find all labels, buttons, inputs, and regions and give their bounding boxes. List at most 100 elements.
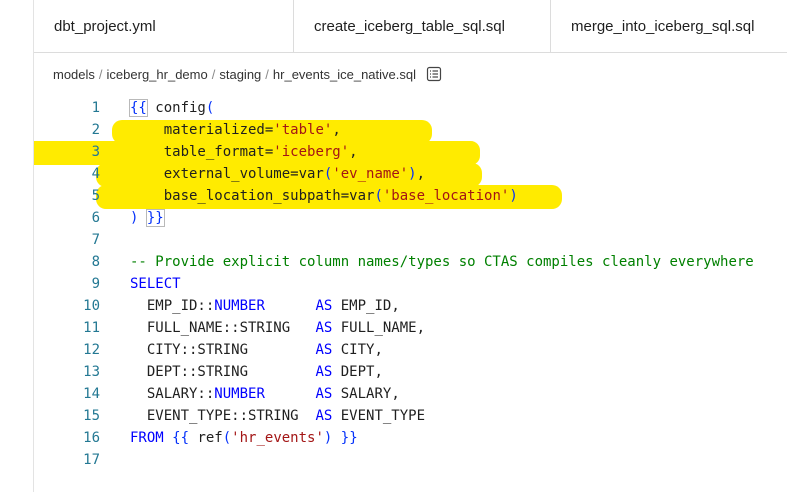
tab-dbt-project[interactable]: dbt_project.yml	[34, 0, 294, 52]
line-number: 6	[91, 210, 100, 226]
line-source: materialized='table',	[130, 119, 341, 141]
code-token: 'hr_events'	[231, 430, 324, 446]
code-line: 16 FROM {{ ref('hr_events') }}	[34, 427, 787, 449]
line-source: EVENT_TYPE::STRING AS EVENT_TYPE	[130, 405, 425, 427]
code-line: 7	[34, 229, 787, 251]
breadcrumb-iceberg-hr-demo[interactable]: iceberg_hr_demo	[107, 67, 208, 82]
line-number: 12	[83, 342, 100, 358]
line-number: 3	[91, 144, 100, 160]
code-token: 'table'	[273, 122, 333, 138]
editor-tab-bar: dbt_project.yml create_iceberg_table_sql…	[34, 0, 787, 53]
code-token: {{	[129, 99, 148, 117]
code-token: FROM	[130, 430, 164, 446]
line-source: SALARY::NUMBER AS SALARY,	[130, 383, 400, 405]
code-token: config	[146, 100, 206, 116]
code-token: ,	[416, 166, 426, 182]
code-editor[interactable]: 1{{ config(2 materialized='table', 3 tabl…	[34, 97, 787, 492]
code-token: AS	[315, 320, 333, 336]
tab-label: dbt_project.yml	[54, 17, 156, 35]
line-number: 9	[91, 276, 100, 292]
line-source: EMP_ID::NUMBER AS EMP_ID,	[130, 295, 400, 317]
line-number: 13	[83, 364, 100, 380]
outline-button[interactable]	[426, 66, 442, 82]
code-token: NUMBER	[214, 386, 265, 402]
line-source: SELECT	[130, 273, 181, 295]
line-number: 11	[83, 320, 100, 336]
tab-label: merge_into_iceberg_sql.sql	[571, 17, 755, 35]
tab-create-iceberg-table[interactable]: create_iceberg_table_sql.sql	[294, 0, 551, 52]
code-token: ,	[349, 144, 358, 160]
code-token: -- Provide explicit column names/types s…	[130, 254, 754, 270]
code-line: 8 -- Provide explicit column names/types …	[34, 251, 787, 273]
code-token: CITY::STRING	[130, 342, 316, 358]
code-token: AS	[315, 342, 333, 358]
code-token: FULL_NAME,	[332, 320, 426, 336]
list-outline-icon	[426, 66, 442, 82]
code-line: 9 SELECT	[34, 273, 787, 295]
line-source: FROM {{ ref('hr_events') }}	[130, 427, 358, 449]
line-number: 15	[83, 408, 100, 424]
code-token: ref	[189, 430, 223, 446]
code-line: 5 base_location_subpath=var('base_locati…	[34, 185, 787, 207]
line-source: base_location_subpath=var('base_location…	[130, 185, 518, 207]
line-source: table_format='iceberg',	[130, 141, 358, 163]
breadcrumb-staging[interactable]: staging	[219, 67, 261, 82]
code-token: AS	[315, 386, 333, 402]
line-number: 7	[91, 232, 100, 248]
code-token: DEPT::STRING	[130, 364, 316, 380]
code-token: (	[374, 188, 383, 204]
breadcrumb-models[interactable]: models	[53, 67, 95, 82]
code-token: table_format=	[130, 144, 274, 160]
line-number: 16	[83, 430, 100, 446]
code-token: DEPT,	[332, 364, 383, 380]
tab-label: create_iceberg_table_sql.sql	[314, 17, 505, 35]
breadcrumb-separator: /	[98, 66, 103, 82]
code-token: base_location_subpath=var	[130, 188, 375, 204]
code-line: 1 {{ config(	[34, 97, 787, 119]
breadcrumb: models / iceberg_hr_demo / staging / hr_…	[53, 64, 442, 84]
code-line: 3 table_format='iceberg',	[34, 141, 787, 163]
code-token: FULL_NAME::STRING	[130, 320, 316, 336]
line-number: 1	[91, 100, 100, 116]
code-token: SALARY::	[130, 386, 215, 402]
code-token: EMP_ID,	[332, 298, 400, 314]
breadcrumb-separator: /	[211, 66, 216, 82]
line-source: ) }}	[130, 207, 165, 229]
line-source: {{ config(	[129, 97, 215, 119]
code-token: 'base_location'	[382, 188, 510, 204]
code-token: AS	[315, 298, 333, 314]
code-token: ,	[332, 122, 341, 138]
code-line: 15 EVENT_TYPE::STRING AS EVENT_TYPE	[34, 405, 787, 427]
code-line: 11 FULL_NAME::STRING AS FULL_NAME,	[34, 317, 787, 339]
code-token: EMP_ID::	[130, 298, 215, 314]
line-source: FULL_NAME::STRING AS FULL_NAME,	[130, 317, 425, 339]
code-line: 14 SALARY::NUMBER AS SALARY,	[34, 383, 787, 405]
code-token: external_volume=var	[130, 166, 324, 182]
breadcrumb-file[interactable]: hr_events_ice_native.sql	[273, 67, 416, 82]
code-token: SALARY,	[332, 386, 400, 402]
line-number: 5	[91, 188, 100, 204]
code-token: AS	[315, 408, 333, 424]
code-token: 'ev_name'	[332, 166, 409, 182]
code-line: 10 EMP_ID::NUMBER AS EMP_ID,	[34, 295, 787, 317]
code-token: (	[222, 430, 232, 446]
code-token: 'iceberg'	[273, 144, 350, 160]
code-token: }}	[145, 209, 165, 227]
code-token: (	[205, 100, 215, 116]
code-line: 6 ) }}	[34, 207, 787, 229]
code-token: )	[509, 188, 518, 204]
code-token: EVENT_TYPE	[332, 408, 426, 424]
code-token: CITY,	[332, 342, 383, 358]
line-source: -- Provide explicit column names/types s…	[130, 251, 754, 273]
code-token: {{	[172, 430, 190, 446]
line-number: 10	[83, 298, 100, 314]
code-token: )	[408, 166, 417, 182]
line-number: 4	[91, 166, 100, 182]
tab-merge-into-iceberg[interactable]: merge_into_iceberg_sql.sql	[551, 0, 787, 52]
code-line: 13 DEPT::STRING AS DEPT,	[34, 361, 787, 383]
